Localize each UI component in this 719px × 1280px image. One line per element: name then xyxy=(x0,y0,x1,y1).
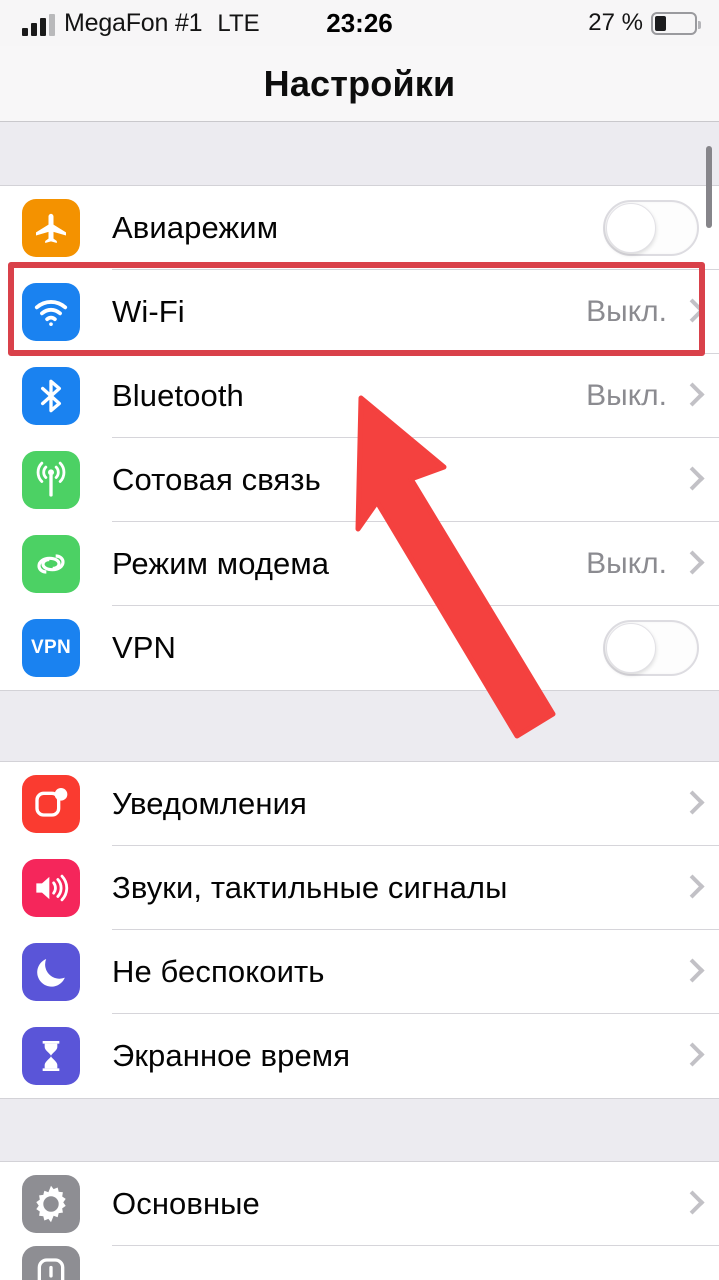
settings-row-bluetooth[interactable]: Bluetooth Выкл. xyxy=(0,354,719,438)
battery-fill xyxy=(655,15,667,31)
status-bar: MegaFon #1 LTE 23:26 27 % xyxy=(0,0,719,46)
vpn-toggle[interactable] xyxy=(603,620,699,676)
chevron-right-icon xyxy=(683,874,699,902)
hourglass-icon xyxy=(22,1027,80,1085)
airplane-mode-toggle[interactable] xyxy=(603,200,699,256)
settings-row-wifi[interactable]: Wi-Fi Выкл. xyxy=(0,270,719,354)
settings-row-control[interactable] xyxy=(683,958,719,986)
settings-row-label: Уведомления xyxy=(112,786,307,821)
bluetooth-status-value: Выкл. xyxy=(586,379,667,412)
control-center-icon xyxy=(22,1246,80,1280)
notifications-badge-icon xyxy=(22,775,80,833)
hotspot-status-value: Выкл. xyxy=(586,547,667,580)
iphone-settings-screen: MegaFon #1 LTE 23:26 27 % Настройки Авиа… xyxy=(0,0,719,1280)
gear-icon xyxy=(22,1175,80,1233)
settings-row-vpn[interactable]: VPN VPN xyxy=(0,606,719,690)
speaker-icon xyxy=(22,859,80,917)
settings-row-control[interactable]: Выкл. xyxy=(586,295,719,329)
chevron-right-icon xyxy=(683,298,699,326)
settings-list[interactable]: Авиарежим Wi-Fi Выкл. Bluetooth Выкл. Со… xyxy=(0,122,719,1280)
settings-row-control[interactable] xyxy=(683,1190,719,1218)
settings-row-label: Звуки, тактильные сигналы xyxy=(112,870,508,905)
page-title: Настройки xyxy=(263,62,456,104)
bluetooth-icon xyxy=(22,367,80,425)
navigation-bar: Настройки xyxy=(0,46,719,122)
settings-row-label: Не беспокоить xyxy=(112,954,325,989)
cellular-antenna-icon xyxy=(22,451,80,509)
chevron-right-icon xyxy=(683,958,699,986)
battery-icon xyxy=(651,11,701,35)
moon-icon xyxy=(22,943,80,1001)
chevron-right-icon xyxy=(683,550,699,578)
settings-row-cellular[interactable]: Сотовая связь xyxy=(0,438,719,522)
settings-row-control[interactable]: Выкл. xyxy=(586,379,719,413)
wifi-icon xyxy=(22,283,80,341)
settings-row-label: Сотовая связь xyxy=(112,462,321,497)
settings-row-label: VPN xyxy=(112,630,177,665)
group-spacer-2 xyxy=(0,1098,719,1162)
settings-row-control[interactable] xyxy=(683,466,719,494)
chevron-right-icon xyxy=(683,466,699,494)
carrier-label: MegaFon #1 xyxy=(64,8,203,37)
status-bar-left: MegaFon #1 LTE xyxy=(22,8,260,37)
wifi-status-value: Выкл. xyxy=(586,295,667,328)
settings-row-label: Авиарежим xyxy=(112,210,279,245)
status-bar-right: 27 % xyxy=(588,9,701,37)
chevron-right-icon xyxy=(683,1042,699,1070)
settings-group-system: Основные xyxy=(0,1162,719,1280)
settings-group-connectivity: Авиарежим Wi-Fi Выкл. Bluetooth Выкл. Со… xyxy=(0,186,719,690)
settings-row-airplane-mode[interactable]: Авиарежим xyxy=(0,186,719,270)
settings-row-control-center[interactable] xyxy=(0,1246,719,1280)
settings-row-do-not-disturb[interactable]: Не беспокоить xyxy=(0,930,719,1014)
airplane-icon xyxy=(22,199,80,257)
settings-row-control[interactable] xyxy=(683,1042,719,1070)
settings-row-label: Bluetooth xyxy=(112,378,244,413)
group-spacer-1 xyxy=(0,690,719,762)
hotspot-link-icon xyxy=(22,535,80,593)
chevron-right-icon xyxy=(683,382,699,410)
vpn-icon: VPN xyxy=(22,619,80,677)
scroll-indicator[interactable] xyxy=(706,146,712,228)
settings-row-control[interactable] xyxy=(683,790,719,818)
settings-row-personal-hotspot[interactable]: Режим модема Выкл. xyxy=(0,522,719,606)
settings-row-control[interactable] xyxy=(603,200,719,256)
settings-row-control[interactable] xyxy=(603,620,719,676)
clock-label: 23:26 xyxy=(326,7,393,38)
settings-row-notifications[interactable]: Уведомления xyxy=(0,762,719,846)
chevron-right-icon xyxy=(683,1190,699,1218)
battery-percent-label: 27 % xyxy=(588,9,643,36)
settings-row-control[interactable] xyxy=(683,874,719,902)
chevron-right-icon xyxy=(683,790,699,818)
signal-strength-icon xyxy=(22,13,55,36)
settings-row-label: Основные xyxy=(112,1186,260,1221)
settings-row-general[interactable]: Основные xyxy=(0,1162,719,1246)
toggle-knob xyxy=(606,623,656,673)
settings-row-screen-time[interactable]: Экранное время xyxy=(0,1014,719,1098)
network-type-label: LTE xyxy=(217,9,260,37)
settings-row-sounds[interactable]: Звуки, тактильные сигналы xyxy=(0,846,719,930)
toggle-knob xyxy=(606,203,656,253)
settings-row-label: Wi-Fi xyxy=(112,294,185,329)
settings-row-label: Экранное время xyxy=(112,1038,351,1073)
settings-row-label: Режим модема xyxy=(112,546,330,581)
settings-row-control[interactable]: Выкл. xyxy=(586,547,719,581)
list-top-spacer xyxy=(0,122,719,186)
settings-group-alerts: Уведомления Звуки, тактильные сигналы Не… xyxy=(0,762,719,1098)
